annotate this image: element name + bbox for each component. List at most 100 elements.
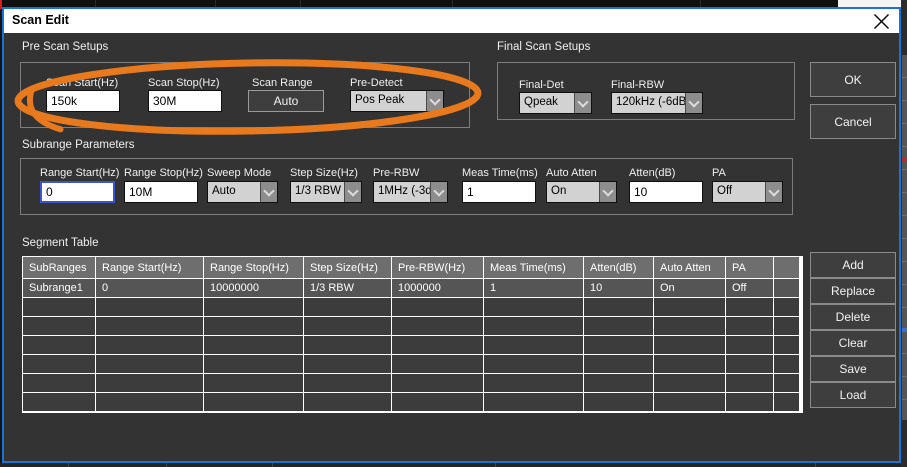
auto-atten-dropdown[interactable]: On [546,181,617,203]
table-cell-empty[interactable] [726,355,773,373]
table-cell-empty[interactable] [304,298,391,316]
pre-rbw-label: Pre-RBW [373,167,419,179]
table-cell-empty[interactable] [96,336,203,354]
table-cell-empty[interactable] [584,355,653,373]
table-cell-empty[interactable] [23,374,95,392]
table-cell-empty[interactable] [96,374,203,392]
range-stop-input[interactable] [124,181,198,203]
scan-edit-dialog: Scan Edit Pre Scan Setups Scan Start(Hz)… [2,7,901,463]
final-det-dropdown[interactable]: Qpeak [519,92,592,114]
table-cell-empty[interactable] [654,393,725,411]
save-button[interactable]: Save [810,356,896,382]
range-start-input[interactable] [40,181,115,203]
meas-time-input[interactable] [462,181,536,203]
clear-button[interactable]: Clear [810,330,896,356]
atten-input[interactable] [629,181,703,203]
auto-atten-value: On [547,182,599,202]
table-cell-empty[interactable] [774,317,799,335]
table-cell-empty[interactable] [726,317,773,335]
scan-range-button[interactable]: Auto [248,90,324,112]
table-cell-empty[interactable] [484,317,583,335]
pa-dropdown[interactable]: Off [712,181,783,203]
table-cell[interactable] [774,279,799,297]
table-cell-empty[interactable] [654,355,725,373]
table-cell-empty[interactable] [392,393,483,411]
table-cell-empty[interactable] [23,393,95,411]
table-cell[interactable]: 10000000 [204,279,303,297]
final-rbw-dropdown[interactable]: 120kHz (-6dB) [611,92,703,114]
table-cell-empty[interactable] [96,355,203,373]
table-cell-empty[interactable] [654,317,725,335]
table-cell-empty[interactable] [23,336,95,354]
table-cell-empty[interactable] [774,336,799,354]
table-cell[interactable]: On [654,279,725,297]
pre-detect-dropdown[interactable]: Pos Peak [350,90,444,112]
table-cell-empty[interactable] [584,336,653,354]
table-cell[interactable]: 1 [484,279,583,297]
scan-start-input[interactable] [46,90,120,112]
pre-detect-label: Pre-Detect [350,77,403,89]
table-cell[interactable]: 10 [584,279,653,297]
table-cell-empty[interactable] [584,374,653,392]
table-cell-empty[interactable] [204,317,303,335]
table-cell-empty[interactable] [484,336,583,354]
table-cell-empty[interactable] [584,393,653,411]
table-cell-empty[interactable] [774,374,799,392]
table-cell-empty[interactable] [204,298,303,316]
table-cell-empty[interactable] [204,374,303,392]
ok-button[interactable]: OK [810,62,896,97]
table-cell-empty[interactable] [584,298,653,316]
table-cell-empty[interactable] [96,317,203,335]
table-cell-empty[interactable] [23,317,95,335]
cancel-button[interactable]: Cancel [810,104,896,139]
table-cell-empty[interactable] [654,336,725,354]
table-cell-empty[interactable] [23,355,95,373]
scan-stop-input[interactable] [148,90,222,112]
table-cell[interactable]: 0 [96,279,203,297]
table-cell-empty[interactable] [774,355,799,373]
table-cell-empty[interactable] [484,355,583,373]
step-size-dropdown[interactable]: 1/3 RBW [290,181,362,203]
table-cell-empty[interactable] [774,298,799,316]
table-cell-empty[interactable] [774,393,799,411]
table-cell-empty[interactable] [304,317,391,335]
chevron-down-icon [430,182,447,202]
table-cell-empty[interactable] [304,336,391,354]
table-cell-empty[interactable] [392,336,483,354]
table-cell[interactable]: 1/3 RBW [304,279,391,297]
table-cell-empty[interactable] [484,393,583,411]
table-cell-empty[interactable] [392,355,483,373]
table-cell-empty[interactable] [392,317,483,335]
pre-rbw-dropdown[interactable]: 1MHz (-3dB) [373,181,448,203]
table-cell-empty[interactable] [96,393,203,411]
table-cell-empty[interactable] [96,298,203,316]
sweep-mode-dropdown[interactable]: Auto [207,181,278,203]
table-cell-empty[interactable] [204,355,303,373]
table-cell-empty[interactable] [484,298,583,316]
table-cell-empty[interactable] [654,298,725,316]
table-cell-empty[interactable] [392,374,483,392]
add-button[interactable]: Add [810,252,896,278]
table-cell[interactable]: 1000000 [392,279,483,297]
delete-button[interactable]: Delete [810,304,896,330]
table-cell-empty[interactable] [726,298,773,316]
load-button[interactable]: Load [810,382,896,408]
table-cell-empty[interactable] [304,355,391,373]
table-cell-empty[interactable] [584,317,653,335]
table-cell-empty[interactable] [726,336,773,354]
table-cell-empty[interactable] [726,393,773,411]
table-cell-empty[interactable] [654,374,725,392]
table-cell-empty[interactable] [204,336,303,354]
table-cell-empty[interactable] [392,298,483,316]
table-cell[interactable]: Off [726,279,773,297]
close-button[interactable] [871,11,891,31]
close-icon [873,13,890,30]
table-cell-empty[interactable] [304,374,391,392]
table-cell-empty[interactable] [726,374,773,392]
table-cell-empty[interactable] [23,298,95,316]
table-cell-empty[interactable] [304,393,391,411]
table-cell-empty[interactable] [204,393,303,411]
table-cell[interactable]: Subrange1 [23,279,95,297]
replace-button[interactable]: Replace [810,278,896,304]
table-cell-empty[interactable] [484,374,583,392]
